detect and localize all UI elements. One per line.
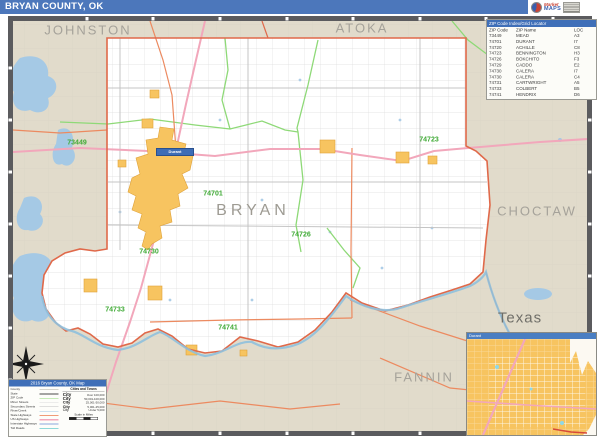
county-label-bryan: BRYAN	[216, 202, 290, 220]
legend-cities: Cities and Towns CityOver 100,000 City50…	[63, 388, 105, 431]
legend-line-sample	[40, 423, 59, 424]
county-label-choctaw: CHOCTAW	[497, 204, 577, 219]
legend-line-sample	[40, 415, 59, 416]
inset-street-map	[467, 339, 596, 435]
city-size-range: Under 5,000	[89, 409, 105, 412]
map-legend: 2016 Bryan County, OK Map County State Z…	[8, 379, 107, 437]
legend-line-sample	[40, 419, 59, 420]
county-label-atoka: ATOKA	[336, 21, 389, 36]
zip-label-74741: 74741	[218, 325, 237, 332]
legend-item-label: ZIP Code	[11, 397, 40, 400]
zip-cell: 74753	[487, 98, 516, 100]
legend-item-label: State Highways	[11, 414, 40, 417]
scale-bar	[69, 417, 98, 420]
name-cell: PLATTER	[516, 98, 574, 100]
cities-header: Cities and Towns	[63, 388, 105, 392]
map-page: BRYAN COUNTY, OK Market MAPS	[0, 0, 600, 442]
legend-item-label: Interstate Highways	[11, 423, 40, 426]
zip-label-74723: 74723	[419, 137, 438, 144]
inset-title: Durant	[467, 333, 596, 339]
city-label-durant: Durant	[156, 148, 194, 156]
zip-label-73449: 73449	[67, 140, 86, 147]
zip-label-74701: 74701	[203, 191, 222, 198]
city-size-name: City	[63, 408, 69, 412]
legend-item-label: Toll Roads	[11, 427, 40, 430]
legend-symbols: County State ZIP Code Minor Streets Seco…	[11, 388, 61, 431]
legend-item-label: US Highways	[11, 418, 40, 421]
loc-cell: B4	[574, 98, 594, 100]
legend-item-label: County	[11, 388, 40, 391]
legend-line-sample	[40, 411, 59, 412]
legend-item-label: River/Creek	[11, 410, 40, 413]
legend-line-sample	[40, 398, 59, 399]
zip-label-74726: 74726	[291, 232, 310, 239]
durant-inset-map: Durant	[466, 332, 597, 436]
legend-line-sample	[40, 406, 59, 407]
inset-title-bar: Durant	[467, 333, 596, 339]
legend-item-label: State	[11, 392, 40, 395]
county-label-johnston: JOHNSTON	[44, 23, 131, 38]
zip-label-74733: 74733	[105, 307, 124, 314]
zip-table-row: 74753PLATTERB4	[487, 98, 597, 100]
legend-line-sample	[40, 428, 59, 429]
legend-item-label: Secondary Streets	[11, 405, 40, 408]
zip-index-table: ZIP Code Index/Grid Locator ZIP Code ZIP…	[486, 19, 597, 100]
legend-line-sample	[40, 389, 59, 390]
county-label-fannin: FANNIN	[394, 370, 454, 385]
zip-table-header: ZIP Code Index/Grid Locator	[487, 20, 597, 27]
legend-line-sample	[40, 402, 59, 403]
zip-label-74730: 74730	[139, 249, 158, 256]
state-label-texas: Texas	[498, 310, 542, 327]
legend-item-label: Minor Streets	[11, 401, 40, 404]
legend-line-sample	[40, 393, 59, 394]
